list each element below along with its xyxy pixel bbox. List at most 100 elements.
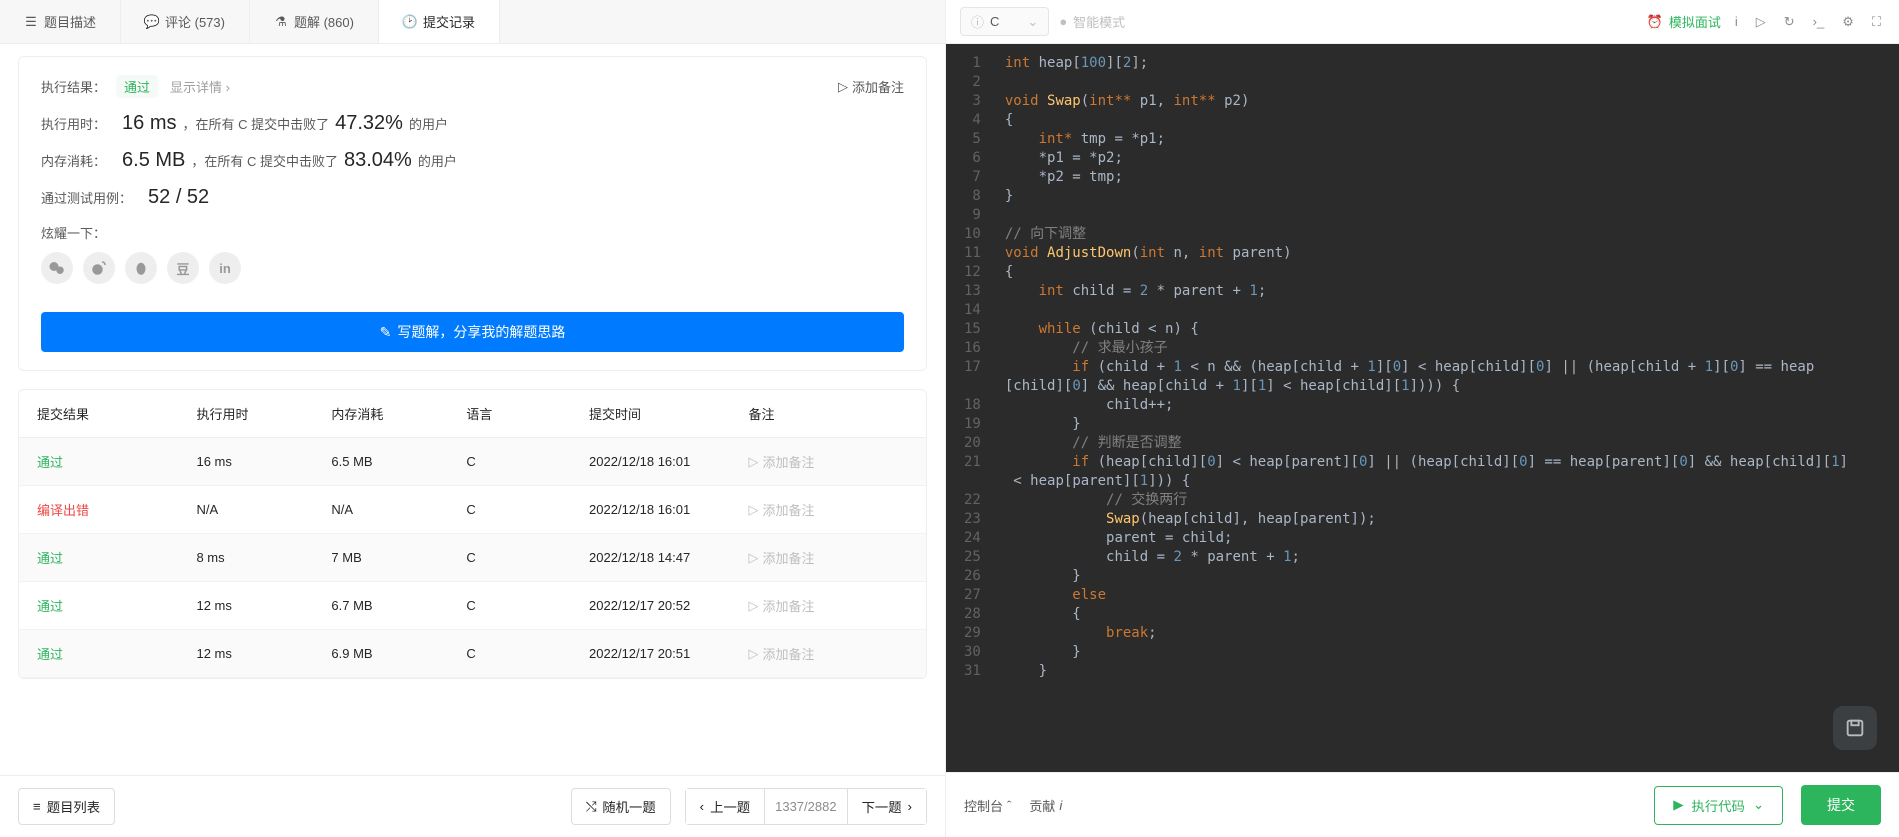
play-icon[interactable]: ▷ [1752,10,1770,34]
list-icon: ≡ [33,799,41,814]
show-detail-link[interactable]: 显示详情 › [170,77,230,96]
flag-icon: ▷ [749,550,759,566]
submit-button[interactable]: 提交 [1801,785,1881,825]
time-cell: 2022/12/17 20:52 [589,598,748,613]
share-label: 炫耀一下： [41,223,106,242]
memory-cell: N/A [331,502,466,517]
problem-counter: 1337/2882 [765,799,846,814]
memory-cell: 7 MB [331,550,466,565]
flask-icon: ⚗ [274,15,288,29]
save-fab[interactable] [1833,706,1877,750]
runtime-cell: N/A [196,502,331,517]
memory-value: 6.5 MB [122,149,185,172]
cases-label: 通过测试用例： [41,188,132,207]
tabs: ☰ 题目描述 💬 评论 (573) ⚗ 题解 (860) 🕑 提交记录 [0,0,945,44]
history-icon: 🕑 [403,15,417,29]
random-button[interactable]: ⤭随机一题 [571,788,671,825]
pen-icon: ✎ [380,324,392,341]
gear-icon[interactable]: ⚙ [1838,10,1858,34]
share-wechat[interactable] [41,252,73,284]
run-button[interactable]: ▶执行代码⌄ [1654,786,1783,825]
memory-cell: 6.9 MB [331,646,466,661]
problem-list-button[interactable]: ≡题目列表 [18,788,115,825]
add-note-cell[interactable]: ▷添加备注 [749,596,908,615]
lang-cell: C [466,454,589,469]
runtime-label: 执行用时： [41,114,106,133]
status-cell: 通过 [37,596,196,615]
runtime-cell: 8 ms [196,550,331,565]
tab-label: 题目描述 [44,12,96,31]
editor-toolbar: ⓘC ⌄ ● 智能模式 ⏰ 模拟面试 i ▷ ↻ ›_ ⚙ ⛶ [946,0,1899,44]
share-linkedin[interactable]: in [209,252,241,284]
info-icon[interactable]: i [1731,10,1742,33]
runtime-value: 16 ms [122,112,176,135]
tab-submissions[interactable]: 🕑 提交记录 [379,0,500,43]
status-cell: 通过 [37,452,196,471]
lang-cell: C [466,598,589,613]
add-note-cell[interactable]: ▷添加备注 [749,500,908,519]
result-status: 通过 [116,75,158,98]
doc-icon: ☰ [24,15,38,29]
terminal-icon[interactable]: ›_ [1809,10,1829,33]
info-icon: i [1059,798,1062,813]
share-qq[interactable] [125,252,157,284]
add-note-cell[interactable]: ▷添加备注 [749,644,908,663]
status-cell: 通过 [37,548,196,567]
status-cell: 编译出错 [37,500,196,519]
runtime-pct: 47.32% [335,112,403,135]
share-douban[interactable]: 豆 [167,252,199,284]
contribute-link[interactable]: 贡献 i [1029,796,1062,815]
memory-label: 内存消耗： [41,151,106,170]
time-cell: 2022/12/18 14:47 [589,550,748,565]
add-note-cell[interactable]: ▷添加备注 [749,548,908,567]
refresh-icon[interactable]: ↻ [1780,10,1799,34]
dot-icon: ● [1059,14,1067,29]
write-solution-button[interactable]: ✎ 写题解，分享我的解题思路 [41,312,904,352]
tab-description[interactable]: ☰ 题目描述 [0,0,121,43]
table-row[interactable]: 通过8 ms7 MBC2022/12/18 14:47▷添加备注 [19,534,926,582]
flag-icon: ▷ [749,454,759,470]
table-row[interactable]: 编译出错N/AN/AC2022/12/18 16:01▷添加备注 [19,486,926,534]
add-note-cell[interactable]: ▷添加备注 [749,452,908,471]
share-weibo[interactable] [83,252,115,284]
bottom-nav: ≡题目列表 ⤭随机一题 ‹上一题 1337/2882 下一题› [0,775,945,837]
console-toggle[interactable]: 控制台 ˆ [964,796,1011,815]
memory-cell: 6.5 MB [331,454,466,469]
time-cell: 2022/12/18 16:01 [589,502,748,517]
table-row[interactable]: 通过16 ms6.5 MBC2022/12/18 16:01▷添加备注 [19,438,926,486]
tab-label: 评论 (573) [165,12,225,31]
memory-pct: 83.04% [344,149,412,172]
smart-mode[interactable]: ● 智能模式 [1059,12,1125,31]
mock-interview-button[interactable]: ⏰ 模拟面试 [1647,12,1721,31]
code-editor[interactable]: 1234567891011121314151617 18192021 22232… [946,44,1899,772]
tab-solutions[interactable]: ⚗ 题解 (860) [250,0,379,43]
lang-cell: C [466,646,589,661]
table-row[interactable]: 通过12 ms6.9 MBC2022/12/17 20:51▷添加备注 [19,630,926,678]
table-header: 提交结果 执行用时 内存消耗 语言 提交时间 备注 [19,390,926,438]
result-label: 执行结果： [41,77,106,96]
language-select[interactable]: ⓘC ⌄ [960,7,1049,36]
play-icon: ▶ [1673,797,1683,813]
flag-icon: ▷ [749,598,759,614]
time-cell: 2022/12/17 20:51 [589,646,748,661]
chevron-right-icon: › [908,799,912,814]
tab-comments[interactable]: 💬 评论 (573) [121,0,250,43]
memory-cell: 6.7 MB [331,598,466,613]
submissions-table: 提交结果 执行用时 内存消耗 语言 提交时间 备注 通过16 ms6.5 MBC… [18,389,927,679]
chevron-down-icon: ⌄ [1027,14,1038,30]
tab-label: 题解 (860) [294,12,354,31]
runtime-cell: 12 ms [196,598,331,613]
flag-icon: ▷ [749,502,759,518]
lang-cell: C [466,502,589,517]
fullscreen-icon[interactable]: ⛶ [1868,10,1885,34]
prev-button[interactable]: ‹上一题 [686,789,765,824]
flag-icon: ▷ [838,79,848,95]
time-cell: 2022/12/18 16:01 [589,454,748,469]
chevron-down-icon: ⌄ [1753,797,1764,813]
table-row[interactable]: 通过12 ms6.7 MBC2022/12/17 20:52▷添加备注 [19,582,926,630]
chevron-left-icon: ‹ [700,799,704,814]
result-card: 执行结果： 通过 显示详情 › ▷ 添加备注 执行用时： 16 ms ，在所有 … [18,56,927,371]
flag-icon: ▷ [749,646,759,662]
add-note-button[interactable]: ▷ 添加备注 [838,77,904,96]
next-button[interactable]: 下一题› [847,789,926,824]
